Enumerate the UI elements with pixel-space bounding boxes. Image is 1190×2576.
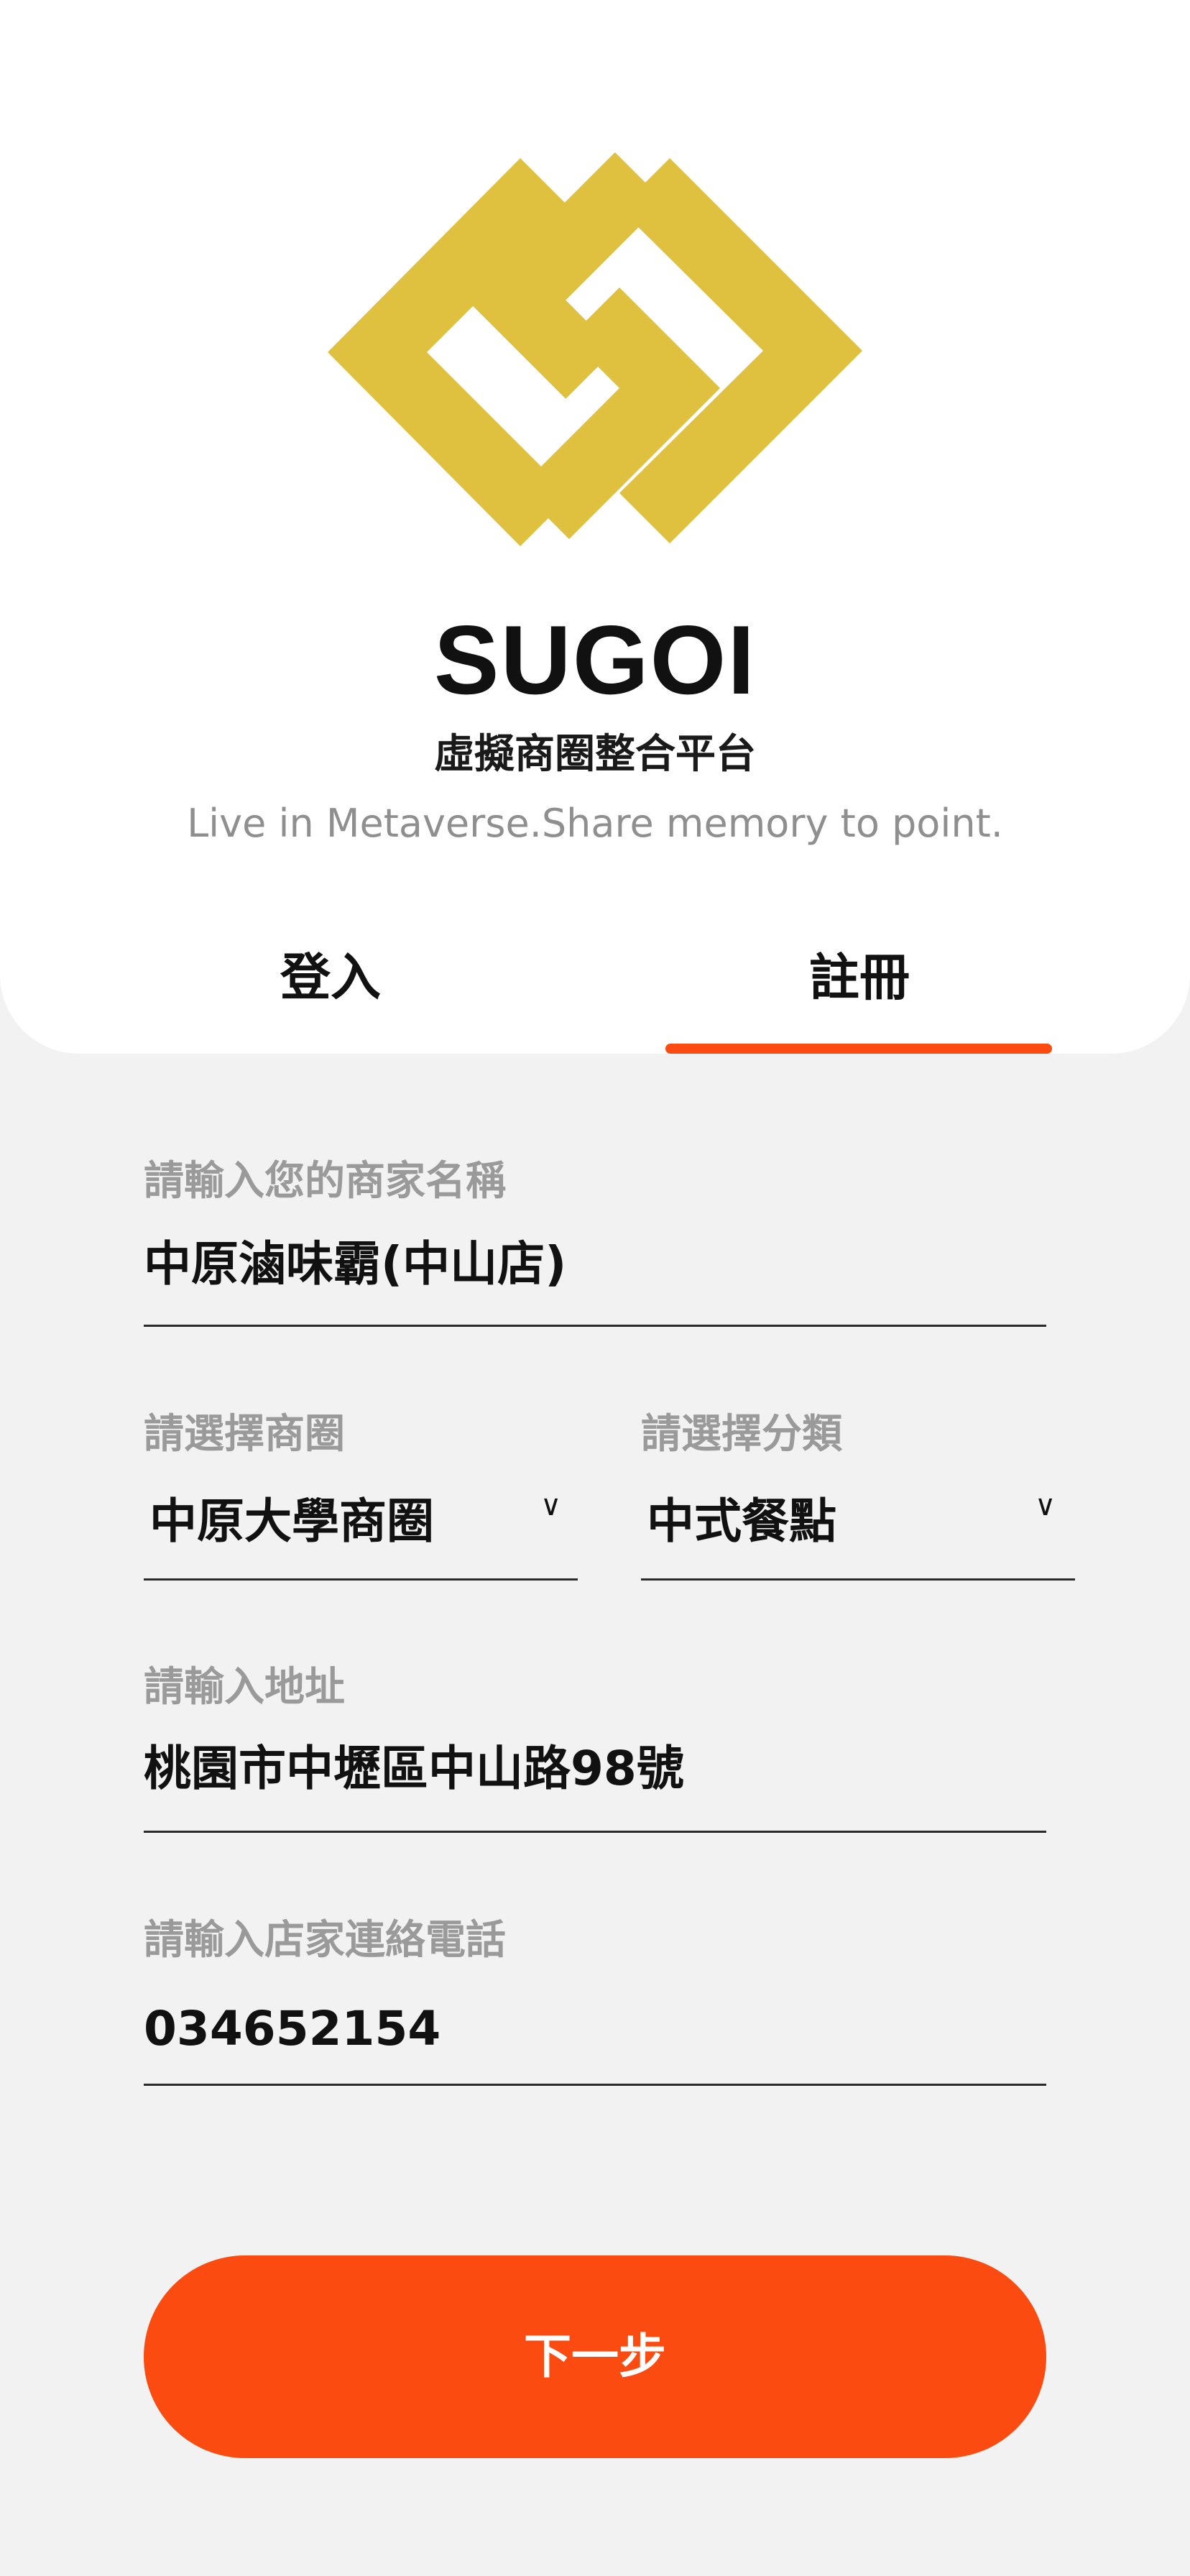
tab-register[interactable]: 註冊 — [665, 942, 1053, 1013]
category-select[interactable]: 中式餐點 — [647, 1488, 836, 1555]
address-label: 請輸入地址 — [144, 1664, 345, 1711]
next-button[interactable]: 下一步 — [144, 2255, 1046, 2458]
phone-label: 請輸入店家連絡電話 — [144, 1917, 506, 1964]
active-tab-indicator — [665, 1044, 1052, 1054]
store-name-input[interactable]: 中原滷味霸(中山店) — [144, 1230, 566, 1298]
district-underline — [144, 1578, 578, 1581]
category-label: 請選擇分類 — [641, 1411, 842, 1458]
sugoi-logo-icon — [328, 152, 862, 546]
address-input[interactable]: 桃園市中壢區中山路98號 — [144, 1735, 684, 1803]
chevron-down-icon[interactable]: ∨ — [540, 1488, 561, 1524]
district-select[interactable]: 中原大學商圈 — [149, 1488, 434, 1555]
district-label: 請選擇商圈 — [144, 1411, 345, 1458]
brand-subtitle: 虛擬商圈整合平台 — [434, 731, 756, 778]
brand-title: SUGOI — [433, 605, 757, 714]
phone-input[interactable]: 034652154 — [144, 1995, 441, 2063]
tab-login[interactable]: 登入 — [137, 942, 525, 1013]
phone-underline — [144, 2084, 1046, 2086]
brand-slogan: Live in Metaverse.Share memory to point. — [187, 801, 1003, 846]
category-underline — [641, 1578, 1075, 1581]
chevron-down-icon[interactable]: ∨ — [1035, 1488, 1056, 1524]
store-name-underline — [144, 1325, 1046, 1327]
header-card: SUGOI 虛擬商圈整合平台 Live in Metaverse.Share m… — [0, 0, 1190, 1054]
address-underline — [144, 1831, 1046, 1833]
store-name-label: 請輸入您的商家名稱 — [144, 1158, 506, 1205]
